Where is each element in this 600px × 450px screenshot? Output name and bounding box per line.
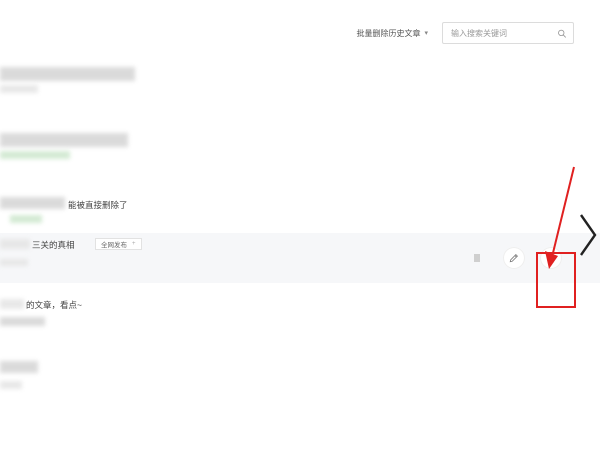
edit-icon [509,254,518,263]
search-icon[interactable] [557,28,567,39]
redacted-title [0,239,30,249]
publish-tag[interactable]: 全网发布 + [95,238,142,250]
list-item[interactable]: 能被直接删除了 [0,171,600,233]
article-title: 能被直接删除了 [68,200,128,210]
search-box [442,22,574,44]
redacted-title [0,67,135,81]
list-item[interactable] [0,341,600,399]
edit-button[interactable] [503,247,525,269]
redacted-title [0,197,65,209]
redacted-title [0,299,24,309]
list-item[interactable]: 的文章，看点~ [0,283,600,341]
redacted-title [0,361,38,373]
caret-down-icon: + [132,241,136,247]
article-title: 三关的真相 [32,240,75,250]
list-item-active[interactable]: 三关的真相 全网发布 + [0,233,600,283]
row-action-more[interactable] [466,247,488,269]
article-list: 能被直接删除了 三关的真相 全网发布 + 的文章，看点~ [0,55,600,399]
list-item[interactable] [0,55,600,113]
search-input[interactable] [449,27,558,39]
redacted-meta [0,259,28,266]
square-icon [474,254,480,262]
caret-down-icon: ▾ [424,30,428,37]
batch-delete-dropdown[interactable]: 批量删除历史文章 ▾ [356,28,428,39]
redacted-meta [0,85,38,93]
batch-delete-label: 批量删除历史文章 [356,28,421,38]
list-item[interactable] [0,113,600,171]
top-toolbar: 批量删除历史文章 ▾ [356,22,574,44]
redacted-meta [0,381,22,389]
publish-tag-label: 全网发布 [101,242,127,249]
redacted-meta [0,317,45,326]
annotation-highlight-box [536,252,576,308]
chevron-right-icon[interactable] [578,213,598,257]
redacted-meta [0,151,70,159]
article-title: 的文章，看点~ [26,300,82,310]
redacted-meta [10,215,42,223]
redacted-title [0,133,128,147]
